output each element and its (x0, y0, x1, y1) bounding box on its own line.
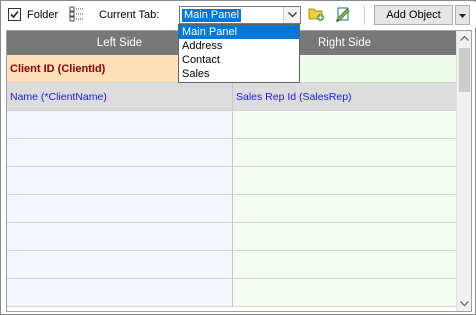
empty-left-cell[interactable] (7, 251, 232, 279)
empty-left-cell[interactable] (7, 167, 232, 195)
empty-left-cell[interactable] (7, 195, 232, 223)
right-field-cell[interactable]: Sales Rep Id (SalesRep) (232, 83, 456, 111)
empty-left-cell[interactable] (7, 223, 232, 251)
empty-right-cell[interactable] (232, 139, 456, 167)
checkbox-check-icon (10, 10, 19, 19)
current-tab-dropdown-list: Main Panel Address Contact Sales (178, 24, 300, 83)
chevron-down-icon (288, 12, 297, 18)
current-tab-value: Main Panel (182, 9, 242, 22)
dropdown-option[interactable]: Contact (179, 53, 299, 67)
empty-right-cell[interactable] (232, 279, 456, 307)
current-tab-select[interactable]: Main Panel (179, 6, 301, 24)
toolbar-separator (364, 5, 365, 25)
dropdown-option[interactable]: Sales (179, 67, 299, 81)
dropdown-option[interactable]: Address (179, 39, 299, 53)
empty-right-cell[interactable] (232, 111, 456, 139)
empty-right-cell[interactable] (232, 167, 456, 195)
empty-right-cell[interactable] (232, 251, 456, 279)
empty-right-cell[interactable] (232, 223, 456, 251)
folder-add-icon[interactable] (308, 6, 325, 22)
window-frame: Folder Current Tab: Main Panel Add Objec… (0, 0, 476, 315)
empty-left-cell[interactable] (7, 279, 232, 307)
dropdown-arrow-icon (459, 14, 466, 18)
scrollbar-thumb[interactable] (459, 48, 470, 92)
vertical-scrollbar[interactable] (456, 31, 471, 311)
current-tab-label: Current Tab: (99, 9, 160, 21)
add-object-dropdown-button[interactable] (455, 5, 470, 25)
current-tab-dropdown-button[interactable] (283, 7, 300, 23)
empty-left-cell[interactable] (7, 139, 232, 167)
empty-left-cell[interactable] (7, 111, 232, 139)
empty-right-cell[interactable] (232, 195, 456, 223)
edit-document-icon[interactable] (335, 6, 352, 22)
folder-checkbox[interactable] (8, 8, 21, 21)
scroll-up-icon[interactable] (460, 36, 469, 41)
tree-view-icon[interactable] (69, 6, 85, 22)
add-object-button[interactable]: Add Object (374, 5, 453, 25)
dropdown-option[interactable]: Main Panel (179, 25, 299, 39)
left-field-cell[interactable]: Name (*ClientName) (7, 83, 232, 111)
folder-label: Folder (27, 9, 59, 21)
scroll-down-icon[interactable] (460, 301, 469, 306)
